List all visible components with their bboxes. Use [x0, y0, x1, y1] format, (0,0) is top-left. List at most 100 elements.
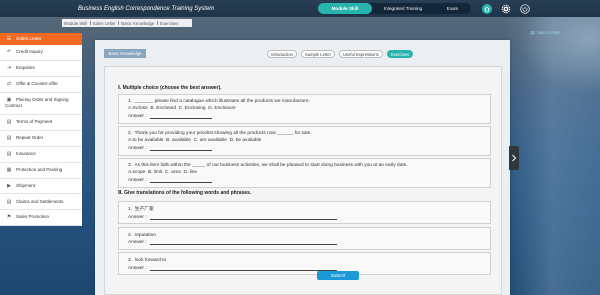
sidebar-item-label: Insurance: [16, 150, 36, 156]
settings-icon[interactable]: [501, 4, 511, 14]
section-tag: Basic Knowledge: [104, 49, 146, 58]
main-panel: Basic Knowledge Introduction Sample Lett…: [95, 40, 510, 295]
sidebar-item-label: Enquiries: [16, 65, 35, 71]
sidebar-item-placing-order[interactable]: Placing Order and Signing Contract: [0, 93, 82, 115]
box-icon: [5, 167, 13, 173]
question-block: 2. reputation Answer :: [118, 226, 491, 250]
answer-input[interactable]: [149, 177, 212, 183]
nav-tab-exam[interactable]: Exam: [434, 3, 471, 14]
home-icon[interactable]: [482, 3, 492, 14]
document-icon: [530, 31, 535, 37]
top-bar: Business English Correspondence Training…: [0, 0, 600, 17]
main-nav: Module Skill Integrated Training Exam: [318, 3, 471, 14]
answer-input[interactable]: [149, 113, 212, 119]
sidebar-item-claims[interactable]: Claims and Settlements: [0, 194, 82, 211]
part-title: Ⅰ. Multiple choice (choose the best answ…: [118, 85, 222, 91]
part-translation: Ⅱ. Give translations of the following wo…: [118, 190, 501, 275]
handshake-icon: [5, 81, 13, 87]
answer-row: Answer :: [128, 214, 481, 222]
content-tabs: Introduction Sample Letter Useful Expres…: [267, 50, 413, 58]
document-icon: [5, 199, 13, 205]
document-icon: [5, 135, 13, 141]
top-icons: [482, 3, 530, 14]
sidebar-item-repeat-order[interactable]: Repeat Order: [0, 131, 82, 147]
question-block: 1. _______ please find a catalogue which…: [118, 94, 491, 124]
question-block: 3. look forward to Answer :: [118, 252, 491, 275]
breadcrumb: Module Skill Sales Letter Basic Knowledg…: [62, 19, 192, 27]
answer-input[interactable]: [149, 265, 337, 271]
sidebar-item-label: Terms of Payment: [16, 119, 53, 125]
answer-row: Answer :: [128, 239, 481, 247]
answer-input[interactable]: [149, 214, 337, 220]
megaphone-icon: [5, 214, 13, 220]
question-text: 2. Thank you for providing your pricelis…: [128, 130, 312, 136]
side-link-label: Sales Letter: [537, 29, 560, 35]
sidebar-item-label: Offer & Counter-offer: [16, 80, 58, 86]
nav-tab-module-skill[interactable]: Module Skill: [318, 3, 372, 14]
exercise-content: Ⅰ. Multiple choice (choose the best answ…: [104, 66, 502, 295]
answer-row: Answer :: [128, 113, 481, 121]
sidebar-item-credit-inquiry[interactable]: Credit Inquiry: [0, 45, 82, 61]
sidebar-item-label: Credit Inquiry: [16, 49, 43, 55]
power-icon[interactable]: [520, 3, 530, 14]
part-title: Ⅱ. Give translations of the following wo…: [118, 190, 252, 196]
sidebar-item-label: Protection and Packing: [16, 166, 63, 172]
answer-label: Answer :: [128, 240, 147, 245]
sidebar-item-label: Repeat Order: [16, 135, 44, 141]
sidebar: Sales Letter Credit Inquiry Enquiries Of…: [0, 33, 82, 227]
tab-sample-letter[interactable]: Sample Letter: [300, 50, 335, 58]
question-text: 1. _______ please find a catalogue which…: [128, 98, 310, 104]
answer-label: Answer :: [128, 177, 147, 183]
sidebar-item-label: Claims and Settlements: [16, 198, 64, 204]
tab-useful-expressions[interactable]: Useful Expressions: [338, 50, 383, 58]
side-link-sales-letter[interactable]: Sales Letter: [530, 30, 560, 37]
sidebar-header-label: Sales Letter: [16, 36, 42, 42]
document-icon: [5, 151, 13, 157]
sidebar-item-shipment[interactable]: Shipment: [0, 179, 82, 195]
list-icon: [5, 36, 13, 42]
answer-label: Answer :: [128, 113, 147, 119]
question-text: 3. As this item falls within the _____ o…: [128, 162, 408, 168]
sign-in-icon: [5, 65, 13, 71]
sidebar-item-sales-promotion[interactable]: Sales Promotion: [0, 210, 82, 227]
answer-row: Answer :: [128, 145, 481, 153]
sidebar-item-protection-packing[interactable]: Protection and Packing: [0, 163, 82, 179]
sidebar-header[interactable]: Sales Letter: [0, 33, 82, 45]
answer-label: Answer :: [128, 214, 147, 220]
sidebar-item-label: Shipment: [16, 182, 36, 188]
breadcrumb-item[interactable]: Module Skill: [64, 21, 87, 26]
tab-introduction[interactable]: Introduction: [267, 50, 297, 58]
sidebar-item-insurance[interactable]: Insurance: [0, 147, 82, 163]
tab-exercises[interactable]: Exercises: [386, 50, 413, 58]
sidebar-item-label: Placing Order and Signing Contract: [5, 96, 69, 109]
question-block: 1. 生产厂家 Answer :: [118, 201, 491, 224]
answer-label: Answer :: [128, 145, 147, 151]
question-options: A.scope B. limit C. area D. line: [128, 170, 198, 175]
answer-row: Answer :: [128, 177, 481, 185]
answer-input[interactable]: [149, 145, 212, 151]
question-options: A.Inclose B. Enclosed C. Enclosing D. En…: [128, 106, 236, 111]
question-text: 3. look forward to: [128, 258, 167, 263]
nav-tab-integrated-training[interactable]: Integrated Training: [372, 3, 434, 14]
question-block: 3. As this item falls within the _____ o…: [118, 158, 491, 188]
breadcrumb-item: Exercises: [154, 21, 179, 26]
question-block: 2. Thank you for providing your pricelis…: [118, 126, 491, 156]
reply-icon: [5, 49, 13, 55]
sidebar-item-label: Sales Promotion: [16, 214, 50, 220]
sidebar-item-enquiries[interactable]: Enquiries: [0, 61, 82, 77]
app-title: Business English Correspondence Training…: [78, 5, 215, 12]
answer-label: Answer :: [128, 265, 147, 271]
panel-toggle-button[interactable]: [509, 146, 519, 170]
part-multiple-choice: Ⅰ. Multiple choice (choose the best answ…: [118, 85, 501, 188]
question-text: 1. 生产厂家: [128, 207, 154, 212]
document-icon: [5, 119, 13, 125]
question-options: A.to be available B. available C. are av…: [128, 138, 262, 143]
answer-input[interactable]: [149, 240, 337, 246]
breadcrumb-item[interactable]: Sales Letter: [87, 21, 116, 26]
answer-row: Answer :: [128, 265, 481, 273]
question-text: 2. reputation: [128, 232, 157, 238]
sidebar-item-offer[interactable]: Offer & Counter-offer: [0, 77, 82, 93]
breadcrumb-item[interactable]: Basic Knowledge: [116, 21, 154, 26]
sidebar-item-terms-of-payment[interactable]: Terms of Payment: [0, 115, 82, 131]
submit-button[interactable]: Submit: [317, 271, 359, 280]
